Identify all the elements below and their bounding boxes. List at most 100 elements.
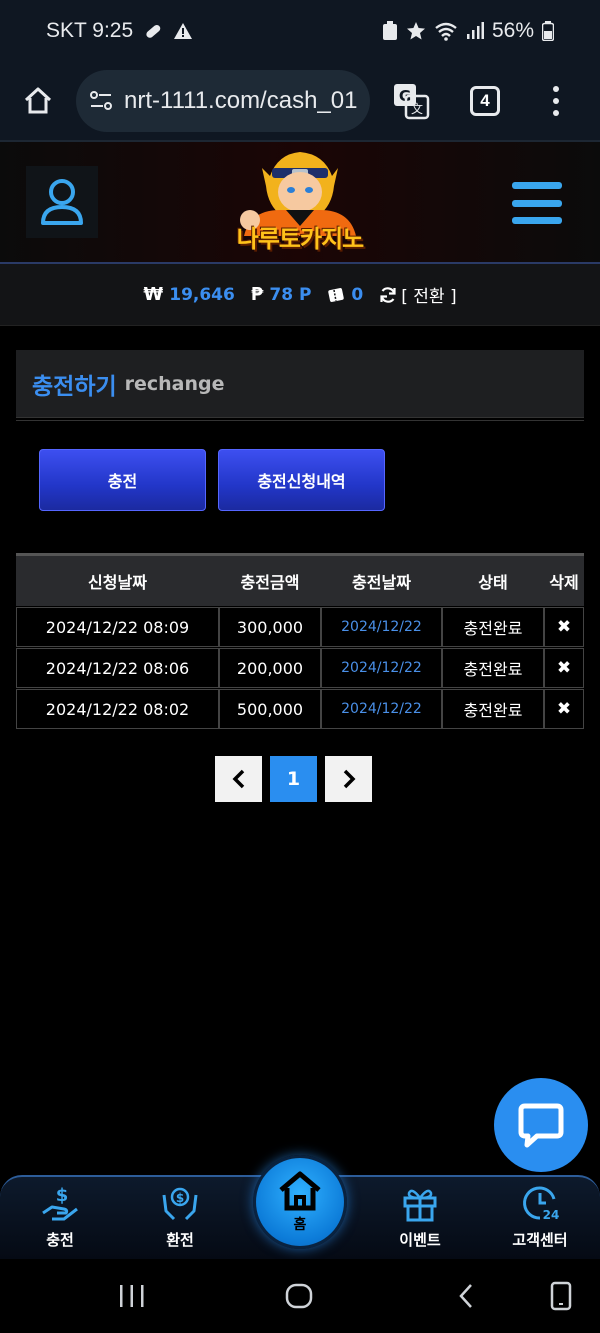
page-title-ko: 충전하기 — [32, 373, 117, 400]
phone-icon — [550, 1281, 572, 1311]
url-text: nrt-1111.com/cash_01 — [124, 87, 358, 114]
pill-icon — [143, 21, 163, 41]
site-settings-icon[interactable] — [88, 88, 114, 114]
chevron-right-icon — [343, 769, 355, 789]
translate-icon: G文 — [394, 84, 430, 120]
site-logo[interactable]: 나루토카지노 — [220, 146, 380, 260]
cell-request-date: 2024/12/22 08:02 — [16, 689, 219, 729]
table-row: 2024/12/22 08:09 300,000 2024/12/22 충전완료… — [16, 607, 584, 647]
nav-home-label: 홈 — [293, 1217, 307, 1233]
nav-exchange[interactable]: $ 환전 — [140, 1183, 220, 1250]
charge-history-button[interactable]: 충전신청내역 — [218, 449, 385, 511]
exchange-hands-icon: $ — [162, 1187, 198, 1221]
logo-text: 나루토카지노 — [236, 225, 364, 253]
balance-bar: ₩ 19,646 ₱ 78 P 0 [ 전환 ] — [0, 264, 600, 326]
svg-text:24: 24 — [543, 1208, 560, 1222]
dot — [553, 110, 559, 116]
cell-request-date: 2024/12/22 08:09 — [16, 607, 219, 647]
user-button[interactable] — [26, 166, 98, 238]
keyboard-toggle-button[interactable] — [548, 1281, 574, 1311]
cell-request-date: 2024/12/22 08:06 — [16, 648, 219, 688]
chip-balance: 0 — [327, 285, 363, 305]
carrier-time: SKT 9:25 — [46, 19, 134, 42]
header-charge-date: 충전날짜 — [352, 573, 411, 592]
recent-apps-icon — [120, 1285, 144, 1307]
wifi-icon — [434, 21, 458, 41]
hamburger-line — [512, 199, 562, 207]
home-icon — [24, 87, 52, 114]
point-icon: ₱ — [250, 284, 264, 305]
header-request-date: 신청날짜 — [88, 573, 147, 592]
recycle-icon — [382, 21, 398, 41]
nav-event-label: 이벤트 — [399, 1231, 441, 1249]
site-header: 나루토카지노 — [0, 140, 600, 264]
support-24h-icon: 24 — [523, 1186, 560, 1222]
prev-page-button[interactable] — [215, 756, 262, 802]
cell-amount: 200,000 — [219, 648, 321, 688]
browser-toolbar: nrt-1111.com/cash_01 G文 4 — [0, 62, 600, 140]
live-chat-button[interactable] — [494, 1078, 588, 1172]
delete-icon[interactable]: ✖ — [544, 689, 584, 729]
dot — [553, 98, 559, 104]
nav-charge-label: 충전 — [46, 1231, 74, 1249]
nav-support[interactable]: 24 고객센터 — [500, 1183, 580, 1250]
nav-exchange-label: 환전 — [166, 1231, 194, 1249]
translate-button[interactable]: G文 — [392, 82, 430, 120]
home-icon — [279, 1171, 321, 1211]
chip-value: 0 — [351, 284, 364, 305]
browser-menu-button[interactable] — [544, 81, 568, 121]
header-status: 상태 — [478, 573, 508, 592]
won-value: 19,646 — [169, 284, 235, 305]
page-title: 충전하기 rechange — [16, 350, 584, 418]
won-balance: ₩ 19,646 — [143, 284, 234, 305]
cell-charge-date: 2024/12/22 — [321, 689, 442, 729]
star-icon — [406, 21, 426, 41]
cell-charge-date: 2024/12/22 — [321, 648, 442, 688]
nav-event[interactable]: 이벤트 — [380, 1183, 460, 1250]
ticket-icon — [328, 287, 345, 302]
point-value: 78 P — [269, 284, 312, 305]
refresh-icon — [380, 286, 396, 303]
recent-apps-button[interactable] — [118, 1283, 146, 1309]
delete-icon[interactable]: ✖ — [544, 648, 584, 688]
address-bar[interactable]: nrt-1111.com/cash_01 — [76, 70, 370, 132]
page-1-button[interactable]: 1 — [270, 756, 317, 802]
back-icon — [459, 1284, 472, 1308]
hamburger-line — [512, 182, 562, 189]
page-title-en: rechange — [124, 372, 225, 395]
cell-status: 충전완료 — [442, 648, 544, 688]
point-balance: ₱ 78 P — [251, 284, 312, 305]
back-button[interactable] — [455, 1282, 479, 1310]
chevron-left-icon — [232, 769, 244, 789]
user-icon — [41, 179, 83, 225]
hamburger-line — [512, 217, 562, 224]
gift-icon — [403, 1189, 437, 1222]
next-page-button[interactable] — [325, 756, 372, 802]
hamburger-menu-button[interactable] — [512, 182, 562, 224]
tab-switcher-button[interactable]: 4 — [470, 86, 500, 116]
cell-status: 충전완료 — [442, 689, 544, 729]
table-row: 2024/12/22 08:06 200,000 2024/12/22 충전완료… — [16, 648, 584, 688]
table-row: 2024/12/22 08:02 500,000 2024/12/22 충전완료… — [16, 689, 584, 729]
charge-hand-icon: $ — [42, 1185, 78, 1221]
android-nav-bar — [0, 1259, 600, 1333]
battery-percent: 56% — [491, 19, 534, 42]
charge-button[interactable]: 충전 — [39, 449, 206, 511]
svg-text:$: $ — [56, 1185, 69, 1206]
browser-home-button[interactable] — [18, 81, 58, 121]
nav-charge[interactable]: $ 충전 — [20, 1183, 100, 1250]
delete-icon[interactable]: ✖ — [544, 607, 584, 647]
cell-status: 충전완료 — [442, 607, 544, 647]
pagination: 1 — [215, 756, 372, 802]
header-delete: 삭제 — [549, 573, 579, 592]
table-header: 신청날짜 충전금액 충전날짜 상태 삭제 — [16, 553, 584, 606]
status-bar: SKT 9:25 56% — [0, 0, 600, 62]
divider — [16, 420, 584, 421]
nav-home-button[interactable]: 홈 — [253, 1155, 347, 1249]
convert-button[interactable]: [ 전환 ] — [379, 282, 457, 307]
cell-amount: 500,000 — [219, 689, 321, 729]
charge-history-table: 신청날짜 충전금액 충전날짜 상태 삭제 2024/12/22 08:09 30… — [16, 553, 584, 729]
android-home-button[interactable] — [285, 1282, 313, 1310]
chat-bubble-icon — [518, 1103, 564, 1148]
svg-text:$: $ — [176, 1191, 184, 1205]
